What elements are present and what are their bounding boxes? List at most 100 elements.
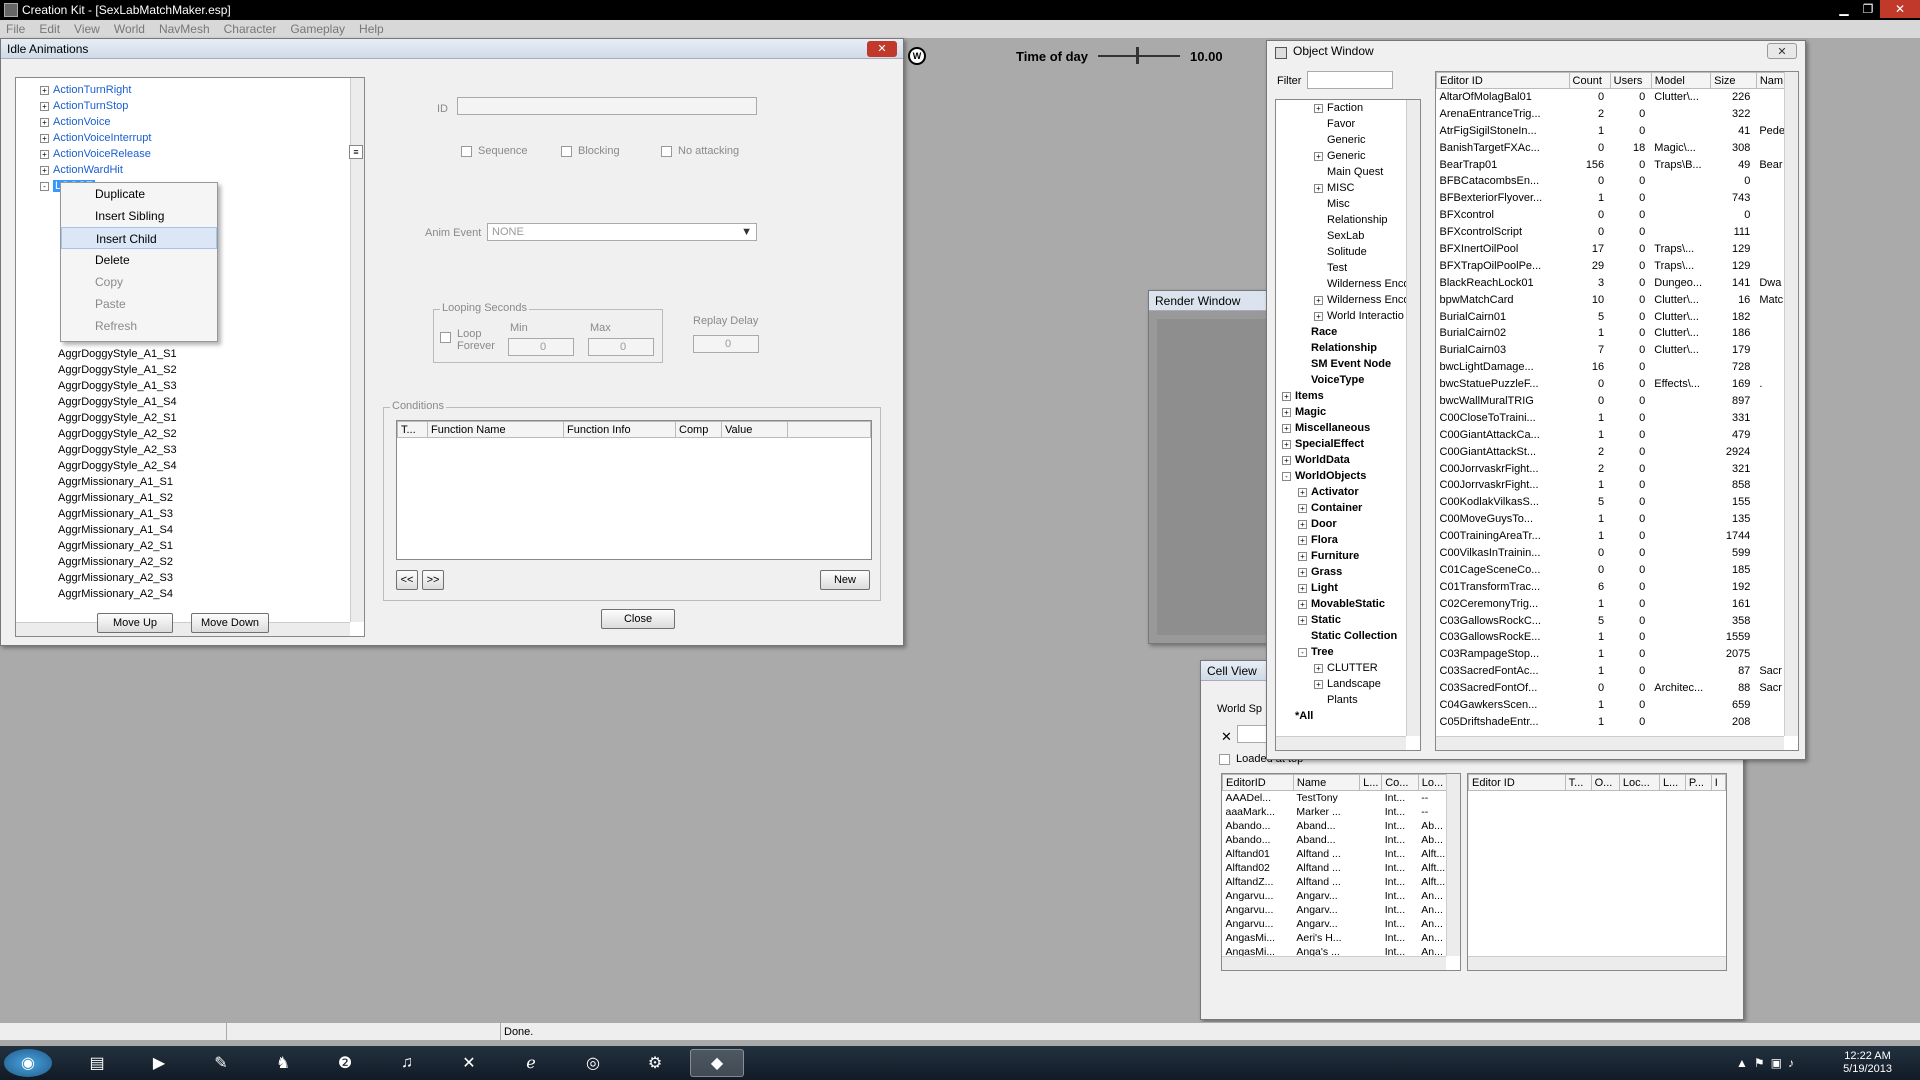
close-button[interactable]: Close xyxy=(601,609,675,629)
cell-row[interactable]: aaaMark... Marker ... Int... -- xyxy=(1223,805,1460,819)
object-tree-item[interactable]: Wilderness Enco xyxy=(1276,276,1420,292)
object-tree-item[interactable]: Static Collection xyxy=(1276,628,1420,644)
object-row[interactable]: C03GallowsRockE... 1 0 1559 xyxy=(1437,629,1798,646)
object-tree-item[interactable]: Race xyxy=(1276,324,1420,340)
blocking-checkbox[interactable]: Blocking xyxy=(561,145,620,157)
excel-icon[interactable]: ✕ xyxy=(442,1049,496,1077)
object-row[interactable]: C03RampageStop... 1 0 2075 xyxy=(1437,646,1798,663)
object-list-vscroll[interactable] xyxy=(1784,72,1798,736)
expand-icon[interactable]: + xyxy=(1314,103,1323,113)
expand-icon[interactable]: + xyxy=(1282,407,1291,417)
object-tree-item[interactable]: Relationship xyxy=(1276,340,1420,356)
object-tree-item[interactable]: + MISC xyxy=(1276,180,1420,196)
object-tree-item[interactable]: Test xyxy=(1276,260,1420,276)
expand-icon[interactable]: + xyxy=(1314,679,1323,689)
object-row[interactable]: C03GallowsRockC... 5 0 358 xyxy=(1437,612,1798,629)
cell-row[interactable]: Alftand02 Alftand ... Int... Alft... xyxy=(1223,861,1460,875)
object-col-header[interactable]: Editor ID xyxy=(1436,72,1570,89)
idle-tree-child[interactable]: AggrMissionary_A2_S3 xyxy=(40,570,364,586)
object-tree-item[interactable]: Misc xyxy=(1276,196,1420,212)
expand-icon[interactable]: + xyxy=(40,165,49,175)
cell-ref-col-header[interactable]: P... xyxy=(1684,774,1712,791)
expand-icon[interactable]: + xyxy=(1298,583,1307,593)
object-tree-item[interactable]: Relationship xyxy=(1276,212,1420,228)
tray-icons[interactable]: ▲⚑▣♪ xyxy=(1736,1056,1800,1070)
game-2-icon[interactable]: ❷ xyxy=(318,1049,372,1077)
object-row[interactable]: BearTrap01 156 0 Traps\B... 49 Bear xyxy=(1437,156,1798,173)
object-row[interactable]: BurialCairn03 7 0 Clutter\... 179 xyxy=(1437,342,1798,359)
media-player-icon[interactable]: ▶ xyxy=(132,1049,186,1077)
cell-row[interactable]: Angarvu... Angarv... Int... An... xyxy=(1223,903,1460,917)
idle-tree-item[interactable]: + ActionVoiceInterrupt xyxy=(40,130,364,146)
object-row[interactable]: bwcWallMuralTRIG 0 0 897 xyxy=(1437,393,1798,410)
cell-col-header[interactable]: EditorID xyxy=(1222,774,1294,791)
cell-ref-col-header[interactable]: Loc... xyxy=(1618,774,1660,791)
new-condition-button[interactable]: New xyxy=(820,570,870,590)
steam-icon[interactable]: ⚙ xyxy=(628,1049,682,1077)
object-tree-hscroll[interactable] xyxy=(1276,736,1406,750)
chrome-icon[interactable]: ◎ xyxy=(566,1049,620,1077)
minimize-icon[interactable]: ▁ xyxy=(1832,0,1856,18)
cell-row[interactable]: Abando... Aband... Int... Ab... xyxy=(1223,833,1460,847)
object-row[interactable]: BFXTrapOilPoolPe... 29 0 Traps\... 129 xyxy=(1437,257,1798,274)
expand-icon[interactable]: + xyxy=(40,101,49,111)
object-tree-item[interactable]: SexLab xyxy=(1276,228,1420,244)
object-row[interactable]: C03SacredFontOf... 0 0 Architec... 88 Sacr xyxy=(1437,680,1798,697)
idle-tree-child[interactable]: AggrDoggyStyle_A2_S2 xyxy=(40,426,364,442)
object-tree-item[interactable]: + MovableStatic xyxy=(1276,596,1420,612)
object-row[interactable]: C00GiantAttackSt... 2 0 2924 xyxy=(1437,443,1798,460)
object-tree-item[interactable]: + SpecialEffect xyxy=(1276,436,1420,452)
expand-icon[interactable]: + xyxy=(1298,503,1307,513)
id-input[interactable] xyxy=(457,97,757,115)
expand-icon[interactable]: + xyxy=(40,133,49,143)
loop-forever-checkbox[interactable]: Loop Forever xyxy=(440,328,500,352)
cell-right-hscroll[interactable] xyxy=(1468,956,1726,970)
cell-row[interactable]: AlftandZ... Alftand ... Int... Alft... xyxy=(1223,875,1460,889)
cell-left-hscroll[interactable] xyxy=(1222,956,1446,970)
next-button[interactable]: >> xyxy=(422,570,444,590)
idle-tree-vscroll[interactable] xyxy=(350,78,364,622)
cond-col-type[interactable]: T... xyxy=(397,421,428,438)
expand-icon[interactable]: + xyxy=(1314,663,1323,673)
object-tree-item[interactable]: + WorldData xyxy=(1276,452,1420,468)
object-tree-item[interactable]: Favor xyxy=(1276,116,1420,132)
object-tree-item[interactable]: + Static xyxy=(1276,612,1420,628)
menu-navmesh[interactable]: NavMesh xyxy=(159,22,210,36)
start-orb-icon[interactable]: ◉ xyxy=(4,1049,52,1077)
idle-tree-item[interactable]: + ActionTurnStop xyxy=(40,98,364,114)
idle-tree-child[interactable]: AggrDoggyStyle_A2_S4 xyxy=(40,458,364,474)
cell-row[interactable]: Angarvu... Angarv... Int... An... xyxy=(1223,889,1460,903)
menu-item-paste[interactable]: Paste xyxy=(61,293,217,315)
menu-world[interactable]: World xyxy=(114,22,145,36)
object-tree-item[interactable]: + Light xyxy=(1276,580,1420,596)
idle-tree-child[interactable]: AggrDoggyStyle_A1_S1 xyxy=(40,346,364,362)
expand-icon[interactable]: + xyxy=(40,117,49,127)
menu-item-copy[interactable]: Copy xyxy=(61,271,217,293)
object-col-header[interactable]: Count xyxy=(1568,72,1611,89)
object-tree-item[interactable]: + Wilderness Enco xyxy=(1276,292,1420,308)
expand-icon[interactable]: + xyxy=(1314,311,1323,321)
anim-event-dropdown[interactable]: NONE ▼ xyxy=(487,223,757,241)
object-row[interactable]: C04GawkersScen... 1 0 659 xyxy=(1437,697,1798,714)
object-row[interactable]: C00JorrvaskrFight... 2 0 321 xyxy=(1437,460,1798,477)
object-tree-vscroll[interactable] xyxy=(1406,100,1420,736)
expand-icon[interactable]: + xyxy=(1298,615,1307,625)
object-tree-item[interactable]: Plants xyxy=(1276,692,1420,708)
sequence-checkbox[interactable]: Sequence xyxy=(461,145,528,157)
idle-tree-item[interactable]: + ActionVoiceRelease xyxy=(40,146,364,162)
cond-col-value[interactable]: Value xyxy=(721,421,788,438)
object-tree-item[interactable]: + Activator xyxy=(1276,484,1420,500)
cell-row[interactable]: AngasMi... Aeri's H... Int... An... xyxy=(1223,931,1460,945)
object-row[interactable]: C00CloseToTraini... 1 0 331 xyxy=(1437,409,1798,426)
object-col-header[interactable]: Users xyxy=(1609,72,1652,89)
object-row[interactable]: BurialCairn02 1 0 Clutter\... 186 xyxy=(1437,325,1798,342)
menu-edit[interactable]: Edit xyxy=(39,22,60,36)
prev-button[interactable]: << xyxy=(396,570,418,590)
idle-tree-child[interactable]: AggrDoggyStyle_A2_S3 xyxy=(40,442,364,458)
cell-col-header[interactable]: L... xyxy=(1359,774,1383,791)
filter-input[interactable] xyxy=(1307,71,1393,89)
expand-icon[interactable]: + xyxy=(1298,535,1307,545)
cell-ref-col-header[interactable]: O... xyxy=(1590,774,1620,791)
object-row[interactable]: C02CeremonyTrig... 1 0 161 xyxy=(1437,595,1798,612)
explorer-icon[interactable]: ▤ xyxy=(70,1049,124,1077)
